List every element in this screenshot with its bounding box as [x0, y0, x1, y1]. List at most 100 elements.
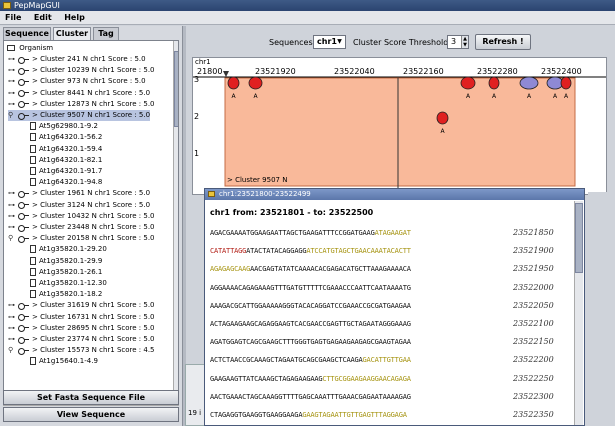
expanded-toggle-icon[interactable]: ⚲	[8, 345, 18, 356]
tree-root[interactable]: Organism	[7, 43, 53, 54]
sequences-label: Sequences :	[269, 38, 318, 47]
tree-row-label: > Cluster 3124 N chr1 Score : 5.0	[32, 200, 151, 209]
axis-tick-label: 23522280	[477, 67, 518, 76]
tree-cluster-row[interactable]: ⊶ > Cluster 23448 N chr1 Score : 5.0	[8, 222, 155, 233]
cluster-plot-pane[interactable]: chr1 21800 23521920 23522040 23522160 2352228…	[192, 57, 607, 195]
collapsed-toggle-icon[interactable]: ⊶	[8, 76, 18, 87]
sequence-segment: ATAGAAGAT	[374, 229, 411, 237]
sequence-position: 23522050	[513, 300, 554, 310]
sequence-scrollbar[interactable]	[574, 201, 583, 425]
tree-peptide-row[interactable]: At1g15640.1-4.9	[30, 356, 98, 367]
sequence-window-titlebar[interactable]: chr1:23521800-23522499	[205, 189, 584, 200]
collapsed-toggle-icon[interactable]: ⊶	[8, 312, 18, 323]
tree-row-label: > Cluster 10239 N chr1 Score : 5.0	[32, 66, 155, 75]
tab-cluster[interactable]: Cluster	[53, 27, 91, 40]
peptide-marker	[436, 111, 449, 125]
tree-cluster-row[interactable]: ⊶ > Cluster 241 N chr1 Score : 5.0	[8, 54, 146, 65]
tree-cluster-row[interactable]: ⊶ > Cluster 31619 N chr1 Score : 5.0	[8, 300, 155, 311]
cluster-node-icon	[18, 67, 30, 75]
tree-peptide-row[interactable]: At1g35820.1-29.9	[30, 256, 102, 267]
right-panel-fragment	[588, 192, 615, 426]
tree-peptide-row[interactable]: At1g64320.1-94.8	[30, 177, 102, 188]
sequence-position: 23522100	[513, 319, 554, 328]
tree-peptide-row[interactable]: At1g35820.1-18.2	[30, 289, 102, 300]
refresh-button[interactable]: Refresh !	[475, 34, 531, 50]
tree-cluster-row[interactable]: ⊶ > Cluster 973 N chr1 Score : 5.0	[8, 76, 146, 87]
sequence-segment: ATACTATACAGGAGG	[246, 247, 307, 256]
window-title: PepMapGUI	[14, 1, 60, 10]
collapsed-toggle-icon[interactable]: ⊶	[8, 99, 18, 110]
tree-row-label: At1g35820.1-26.1	[39, 267, 103, 276]
spinner-down-icon[interactable]: ▼	[461, 42, 468, 48]
cluster-node-icon	[18, 336, 30, 344]
sequence-segment: GAAGTAGAATTGTTGAGTTTAGGAGA	[302, 411, 407, 419]
tree-cluster-row[interactable]: ⊶ > Cluster 8441 N chr1 Score : 5.0	[8, 88, 150, 99]
tree-peptide-row[interactable]: At1g64320.1-56.2	[30, 132, 102, 143]
collapsed-toggle-icon[interactable]: ⊶	[8, 334, 18, 345]
tree-peptide-row[interactable]: At1g64320.1-59.4	[30, 144, 102, 155]
tree-row-label: > Cluster 12873 N chr1 Score : 5.0	[32, 99, 155, 108]
collapsed-toggle-icon[interactable]: ⊶	[8, 200, 18, 211]
cluster-tree[interactable]: Organism ⊶ > Cluster 241 N chr1 Score : 5…	[3, 40, 179, 398]
threshold-spinner[interactable]: 3 ▲ ▼	[447, 35, 469, 49]
sequence-segment: ATCCATGTAGCTGAACAAATACACTT	[306, 247, 411, 256]
cluster-node-icon	[18, 112, 30, 120]
cluster-node-icon	[18, 235, 30, 243]
tree-cluster-row[interactable]: ⊶ > Cluster 23774 N chr1 Score : 5.0	[8, 334, 155, 345]
tree-cluster-row[interactable]: ⊶ > Cluster 10432 N chr1 Score : 5.0	[8, 211, 155, 222]
collapsed-toggle-icon[interactable]: ⊶	[8, 323, 18, 334]
menu-help[interactable]: Help	[59, 11, 90, 25]
collapsed-toggle-icon[interactable]: ⊶	[8, 300, 18, 311]
sequence-select[interactable]: chr1 ▼	[313, 35, 346, 49]
tree-cluster-row[interactable]: ⊶ > Cluster 1961 N chr1 Score : 5.0	[8, 188, 150, 199]
tree-row-label: > Cluster 28695 N chr1 Score : 5.0	[32, 323, 155, 332]
document-icon	[30, 167, 36, 175]
cluster-region	[224, 77, 576, 187]
sequence-segment: AGACGAAAATGGAAGAATTAGCTGAAGATTTCCGGATGAA…	[210, 229, 375, 237]
tree-cluster-row[interactable]: ⊶ > Cluster 3124 N chr1 Score : 5.0	[8, 200, 150, 211]
document-icon	[30, 122, 36, 131]
tab-tag[interactable]: Tag	[93, 27, 119, 40]
tree-cluster-row[interactable]: ⚲ > Cluster 15573 N chr1 Score : 4.5	[8, 345, 155, 356]
menu-file[interactable]: File	[0, 11, 26, 25]
cluster-node-icon	[18, 89, 30, 98]
tree-cluster-row[interactable]: ⚲ > Cluster 20158 N chr1 Score : 5.0	[8, 233, 155, 244]
set-fasta-button[interactable]: Set Fasta Sequence File	[3, 390, 179, 405]
tree-cluster-row[interactable]: ⊶ > Cluster 10239 N chr1 Score : 5.0	[8, 65, 155, 76]
tree-row-label: > Cluster 23448 N chr1 Score : 5.0	[32, 223, 155, 231]
expanded-toggle-icon[interactable]: ⚲	[8, 233, 18, 244]
tree-row-label: > Cluster 20158 N chr1 Score : 5.0	[32, 234, 155, 243]
tree-cluster-row[interactable]: ⚲ > Cluster 9507 N chr1 Score : 5.0	[8, 110, 151, 121]
sequence-line: GAAGAAGTTATCAAAGCTAGAGAAGAAGCTTGCGGAAGAA…	[210, 373, 411, 385]
tree-row-label: > Cluster 241 N chr1 Score : 5.0	[32, 55, 146, 63]
tree-peptide-row[interactable]: At1g35820.1-26.1	[30, 267, 102, 278]
tree-cluster-row[interactable]: ⊶ > Cluster 16731 N chr1 Score : 5.0	[8, 312, 155, 323]
menu-edit[interactable]: Edit	[29, 11, 57, 25]
tree-peptide-row[interactable]: At5g62980.1-9.2	[30, 121, 98, 132]
tree-vertical-scrollbar[interactable]	[173, 41, 178, 397]
collapsed-toggle-icon[interactable]: ⊶	[8, 222, 18, 233]
tree-cluster-row[interactable]: ⊶ > Cluster 28695 N chr1 Score : 5.0	[8, 323, 155, 334]
sequence-segment: GAAGAAGTTATCAAAGCTAGAGAAGAAG	[210, 374, 323, 383]
sequence-line: CTAGAGGTGAAGGTGAAGGAAGAGAAGTAGAATTGTTGAG…	[210, 409, 407, 421]
expanded-toggle-icon[interactable]: ⚲	[8, 110, 18, 121]
tree-row-label: > Cluster 10432 N chr1 Score : 5.0	[32, 211, 155, 220]
tree-peptide-row[interactable]: At1g64320.1-91.7	[30, 166, 102, 177]
peptide-marker	[227, 76, 240, 90]
tree-peptide-row[interactable]: At1g64320.1-82.1	[30, 155, 102, 166]
tree-row-label: > Cluster 23774 N chr1 Score : 5.0	[32, 335, 155, 343]
collapsed-toggle-icon[interactable]: ⊶	[8, 188, 18, 199]
tree-row-label: At1g64320.1-59.4	[39, 144, 103, 153]
tree-scroll-thumb[interactable]	[174, 51, 178, 127]
collapsed-toggle-icon[interactable]: ⊶	[8, 54, 18, 65]
tree-peptide-row[interactable]: At1g35820.1-29.20	[30, 244, 107, 255]
collapsed-toggle-icon[interactable]: ⊶	[8, 65, 18, 76]
sequence-scroll-thumb[interactable]	[575, 203, 583, 273]
collapsed-toggle-icon[interactable]: ⊶	[8, 88, 18, 99]
tree-peptide-row[interactable]: At1g35820.1-12.30	[30, 278, 107, 289]
collapsed-toggle-icon[interactable]: ⊶	[8, 211, 18, 222]
view-sequence-button[interactable]: View Sequence	[3, 407, 179, 422]
tree-cluster-row[interactable]: ⊶ > Cluster 12873 N chr1 Score : 5.0	[8, 99, 155, 110]
sequence-segment: ACTCTAACCGCAAAGCTAGAATGCAGCGAAGCTCAAGA	[210, 356, 363, 365]
tab-sequence[interactable]: Sequence	[3, 27, 51, 40]
